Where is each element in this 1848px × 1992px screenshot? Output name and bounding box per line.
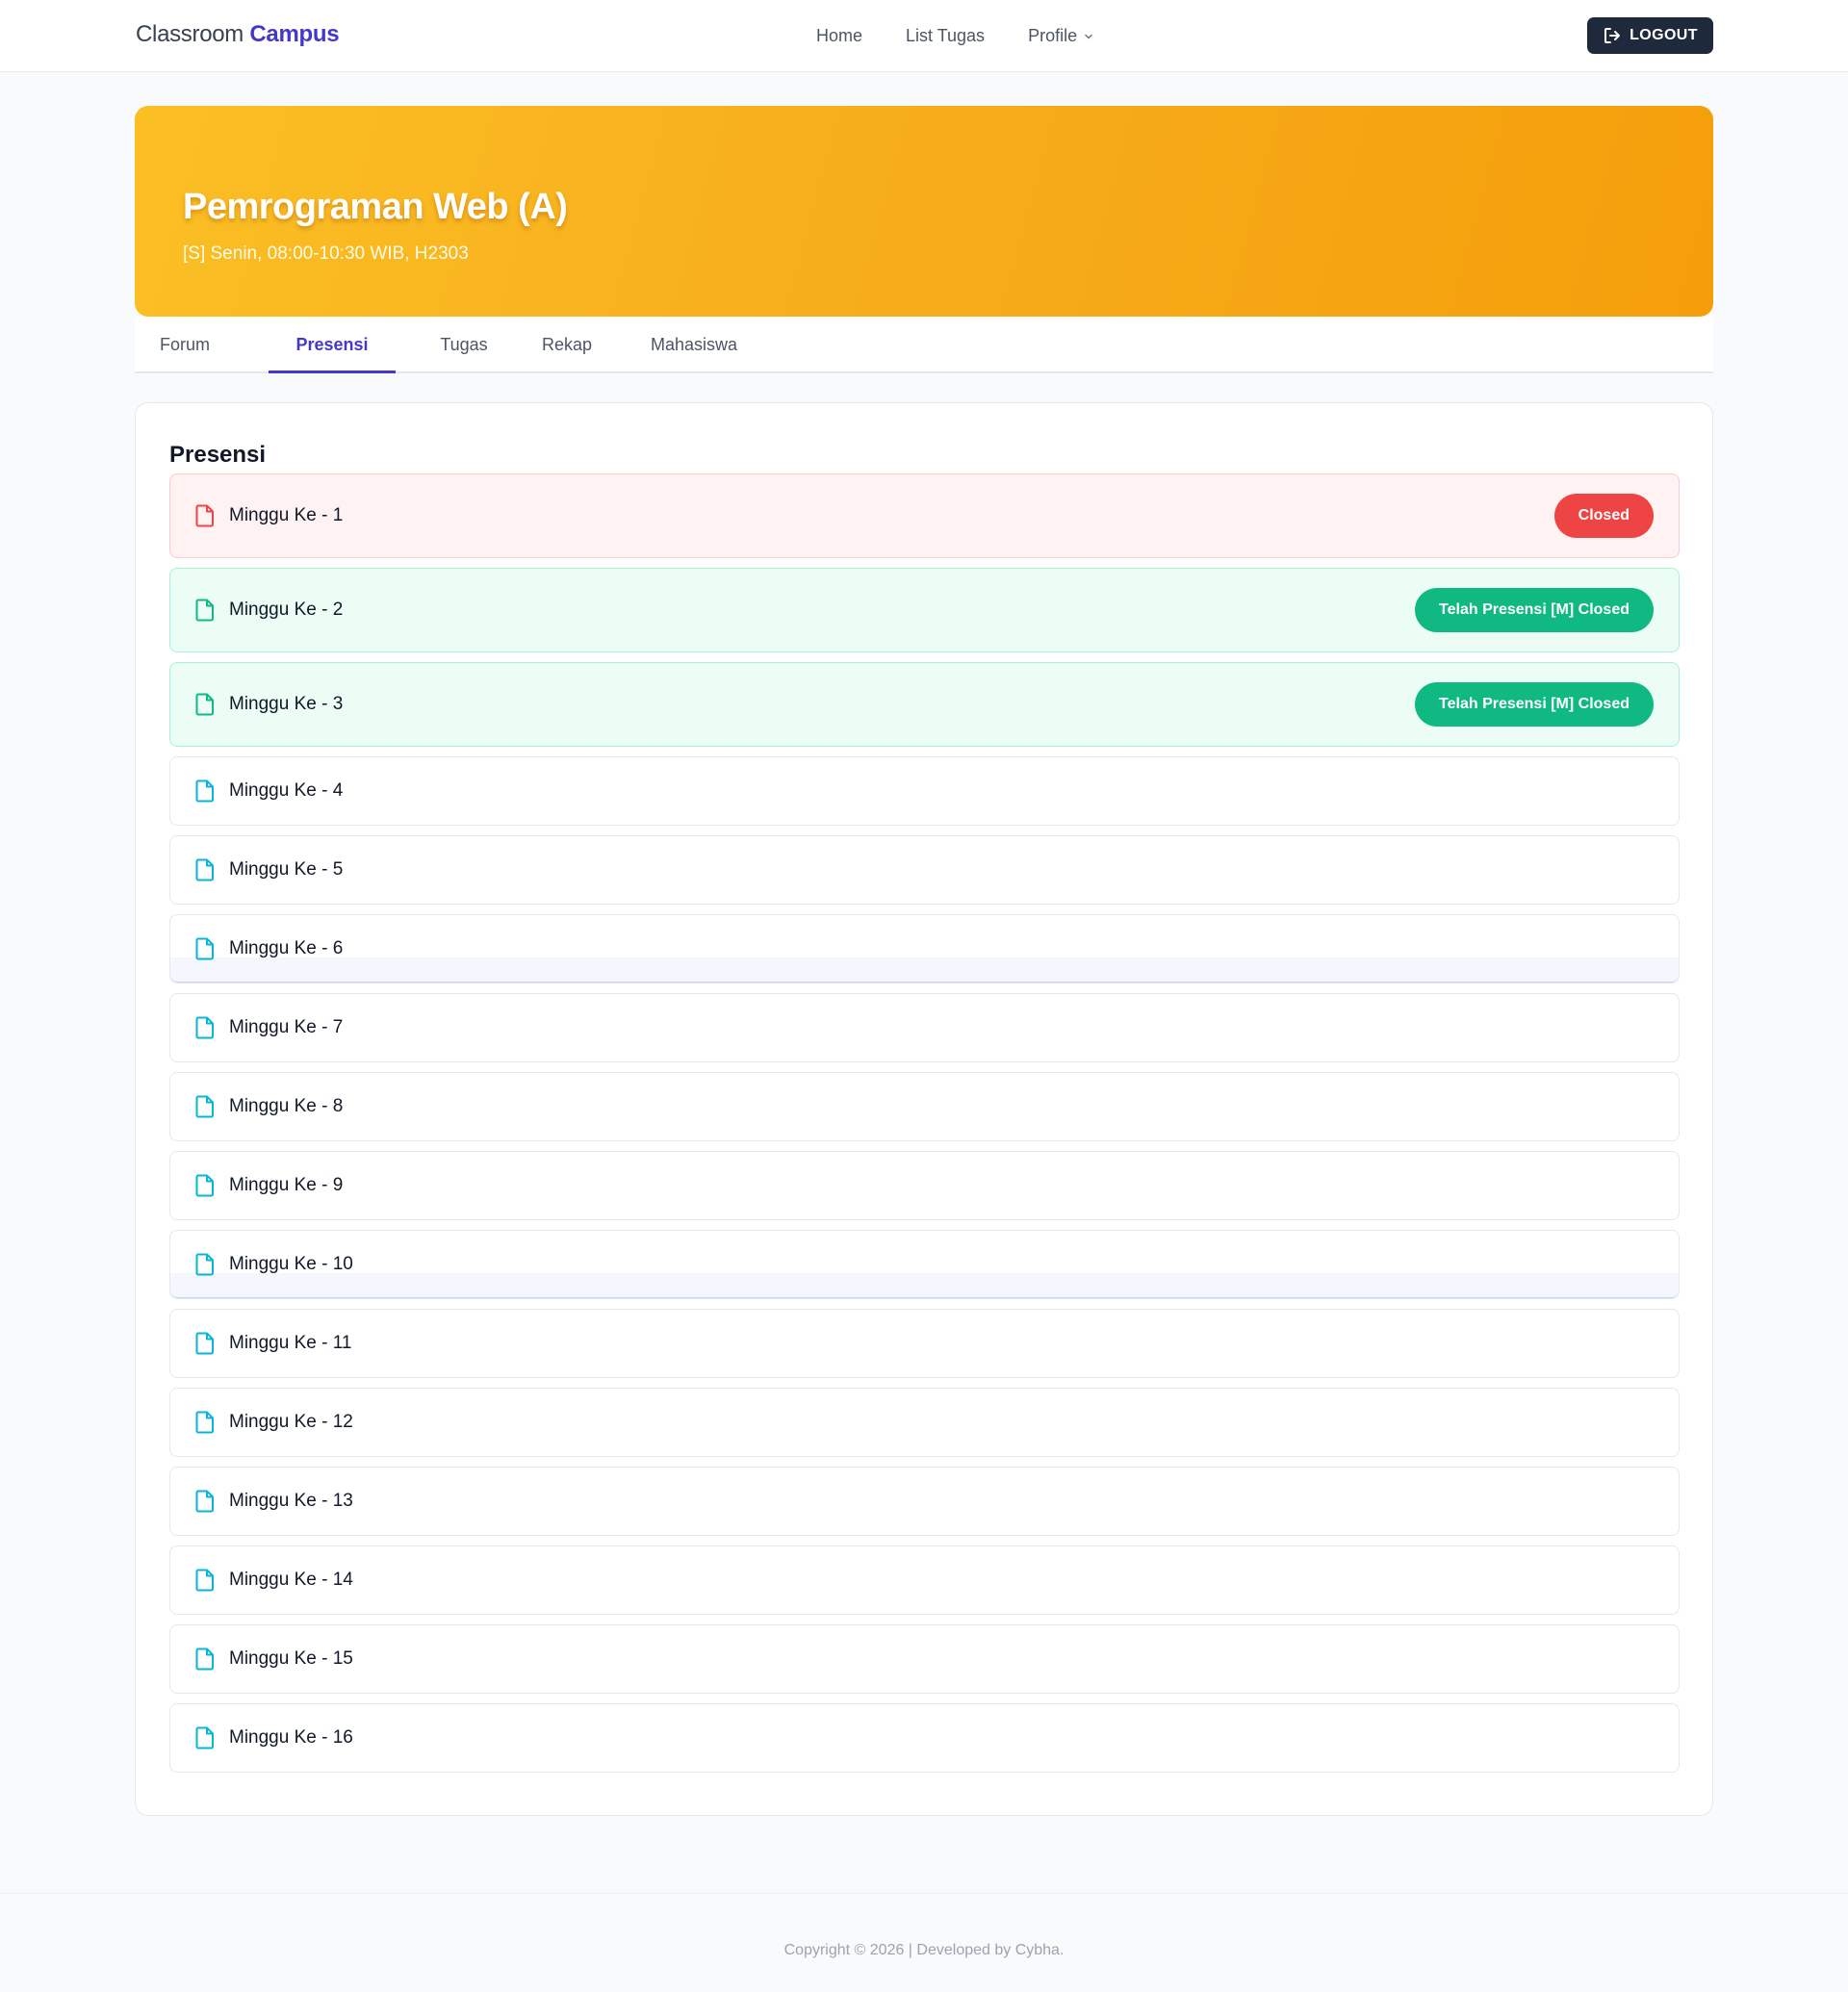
presensi-item-label: Minggu Ke - 1	[229, 505, 344, 525]
tab-mahasiswa[interactable]: Mahasiswa	[628, 317, 760, 373]
attended-status-badge: Telah Presensi [M] Closed	[1415, 682, 1654, 727]
file-icon	[195, 858, 214, 881]
presensi-heading: Presensi	[169, 442, 267, 468]
nav-list-tugas[interactable]: List Tugas	[906, 26, 985, 46]
logout-label: LOGOUT	[1630, 27, 1698, 43]
chevron-down-icon	[1085, 34, 1092, 38]
presensi-item[interactable]: Minggu Ke - 3 Telah Presensi [M] Closed	[169, 662, 1680, 747]
presensi-item[interactable]: Minggu Ke - 13	[169, 1467, 1680, 1536]
course-banner: Pemrograman Web (A) [S] Senin, 08:00-10:…	[135, 106, 1713, 317]
nav-home-label: Home	[816, 26, 863, 45]
presensi-item[interactable]: Minggu Ke - 9	[169, 1151, 1680, 1220]
file-icon	[195, 1174, 214, 1197]
presensi-item-label: Minggu Ke - 11	[229, 1333, 352, 1353]
tab-tugas[interactable]: Tugas	[418, 317, 510, 373]
nav-list-tugas-label: List Tugas	[906, 26, 986, 45]
file-icon	[195, 1411, 214, 1434]
presensi-item-label: Minggu Ke - 2	[229, 600, 344, 620]
main-nav: Home List Tugas Profile	[816, 0, 1093, 72]
logout-icon	[1604, 28, 1621, 43]
nav-profile-label: Profile	[1028, 26, 1078, 45]
presensi-item[interactable]: Minggu Ke - 10	[169, 1230, 1680, 1299]
presensi-item[interactable]: Minggu Ke - 16	[169, 1703, 1680, 1773]
tab-presensi[interactable]: Presensi	[269, 317, 396, 373]
presensi-item[interactable]: Minggu Ke - 14	[169, 1545, 1680, 1615]
presensi-item-label: Minggu Ke - 9	[229, 1175, 344, 1195]
nav-profile-dropdown[interactable]: Profile	[1028, 26, 1093, 46]
presensi-item-label: Minggu Ke - 4	[229, 780, 344, 801]
file-icon	[195, 1095, 214, 1118]
presensi-card: Presensi Minggu Ke - 1 Closed Minggu Ke - …	[135, 402, 1713, 1816]
presensi-item-label: Minggu Ke - 10	[229, 1254, 353, 1274]
file-icon	[195, 1490, 214, 1513]
presensi-item[interactable]: Minggu Ke - 6	[169, 914, 1680, 983]
presensi-item-label: Minggu Ke - 13	[229, 1491, 353, 1511]
file-icon	[195, 779, 214, 803]
course-title: Pemrograman Web (A)	[183, 187, 568, 227]
file-icon	[195, 1569, 214, 1592]
brand-name-accent: Campus	[249, 21, 340, 47]
presensi-item-label: Minggu Ke - 7	[229, 1017, 344, 1037]
presensi-item[interactable]: Minggu Ke - 12	[169, 1388, 1680, 1457]
file-icon	[195, 1016, 214, 1039]
closed-status-badge: Closed	[1553, 494, 1654, 538]
file-icon	[195, 693, 214, 716]
file-icon	[195, 599, 214, 622]
presensi-item[interactable]: Minggu Ke - 5	[169, 835, 1680, 905]
presensi-item[interactable]: Minggu Ke - 15	[169, 1624, 1680, 1694]
file-icon	[195, 1253, 214, 1276]
presensi-item-label: Minggu Ke - 15	[229, 1648, 353, 1669]
footer: Copyright © 2026 | Developed by Cybha.	[0, 1893, 1848, 1992]
presensi-item-label: Minggu Ke - 5	[229, 859, 344, 880]
brand-logo[interactable]: Classroom Campus	[136, 21, 340, 48]
presensi-item[interactable]: Minggu Ke - 2 Telah Presensi [M] Closed	[169, 568, 1680, 652]
attended-status-badge: Telah Presensi [M] Closed	[1415, 588, 1654, 632]
top-navbar: Classroom Campus Home List Tugas Profile…	[0, 0, 1848, 72]
file-icon	[195, 1647, 214, 1671]
file-icon	[195, 937, 214, 960]
file-icon	[195, 1332, 214, 1355]
presensi-list: Minggu Ke - 1 Closed Minggu Ke - 2 Telah Pr…	[169, 473, 1680, 1782]
presensi-item[interactable]: Minggu Ke - 8	[169, 1072, 1680, 1141]
footer-copyright: Copyright © 2026 | Developed by Cybha.	[783, 1942, 1065, 1958]
course-tabs: Forum Presensi Tugas Rekap Mahasiswa	[135, 317, 1713, 373]
presensi-item-label: Minggu Ke - 14	[229, 1570, 353, 1590]
tab-forum[interactable]: Forum	[135, 317, 235, 373]
presensi-item-label: Minggu Ke - 12	[229, 1412, 353, 1432]
presensi-item-label: Minggu Ke - 6	[229, 938, 344, 958]
tab-rekap[interactable]: Rekap	[521, 317, 613, 373]
presensi-item[interactable]: Minggu Ke - 1 Closed	[169, 473, 1680, 558]
brand-name: Classroom	[136, 21, 244, 47]
presensi-item-label: Minggu Ke - 8	[229, 1096, 344, 1116]
nav-home[interactable]: Home	[816, 26, 862, 46]
logout-button[interactable]: LOGOUT	[1587, 17, 1713, 54]
file-icon	[195, 504, 214, 527]
presensi-item[interactable]: Minggu Ke - 4	[169, 756, 1680, 826]
presensi-item-label: Minggu Ke - 3	[229, 694, 344, 714]
course-schedule: [S] Senin, 08:00-10:30 WIB, H2303	[183, 243, 469, 264]
presensi-item-label: Minggu Ke - 16	[229, 1727, 353, 1748]
presensi-item[interactable]: Minggu Ke - 11	[169, 1309, 1680, 1378]
file-icon	[195, 1726, 214, 1749]
presensi-item[interactable]: Minggu Ke - 7	[169, 993, 1680, 1062]
